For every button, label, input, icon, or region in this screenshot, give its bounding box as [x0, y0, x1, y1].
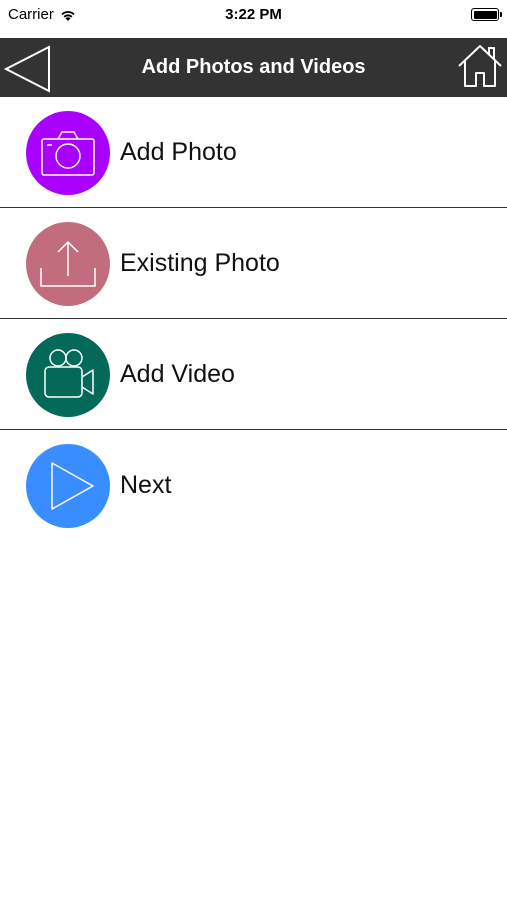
add-video-button[interactable]: Add Video	[0, 319, 507, 430]
navigation-bar: Add Photos and Videos	[0, 38, 507, 97]
next-button[interactable]: Next	[0, 430, 507, 541]
next-label: Next	[120, 471, 172, 499]
add-photo-label: Add Photo	[120, 138, 237, 166]
play-icon	[51, 462, 94, 510]
status-bar: Carrier 3:22 PM	[0, 0, 507, 38]
add-video-circle	[26, 333, 110, 417]
existing-photo-circle	[26, 222, 110, 306]
next-circle	[26, 444, 110, 528]
add-photo-circle	[26, 111, 110, 195]
menu-list: Add Photo Existing Photo Add Video Next	[0, 97, 507, 541]
add-photo-button[interactable]: Add Photo	[0, 97, 507, 208]
video-camera-icon	[44, 349, 94, 398]
camera-icon	[41, 131, 95, 176]
home-icon	[458, 45, 502, 87]
page-title: Add Photos and Videos	[141, 56, 366, 78]
home-button[interactable]	[456, 42, 504, 90]
existing-photo-button[interactable]: Existing Photo	[0, 208, 507, 319]
upload-icon	[40, 240, 96, 287]
existing-photo-label: Existing Photo	[120, 249, 280, 277]
add-video-label: Add Video	[120, 360, 235, 388]
back-triangle-icon	[3, 45, 50, 93]
back-button[interactable]	[2, 44, 52, 94]
clock: 3:22 PM	[225, 6, 282, 23]
battery-icon	[471, 8, 502, 21]
